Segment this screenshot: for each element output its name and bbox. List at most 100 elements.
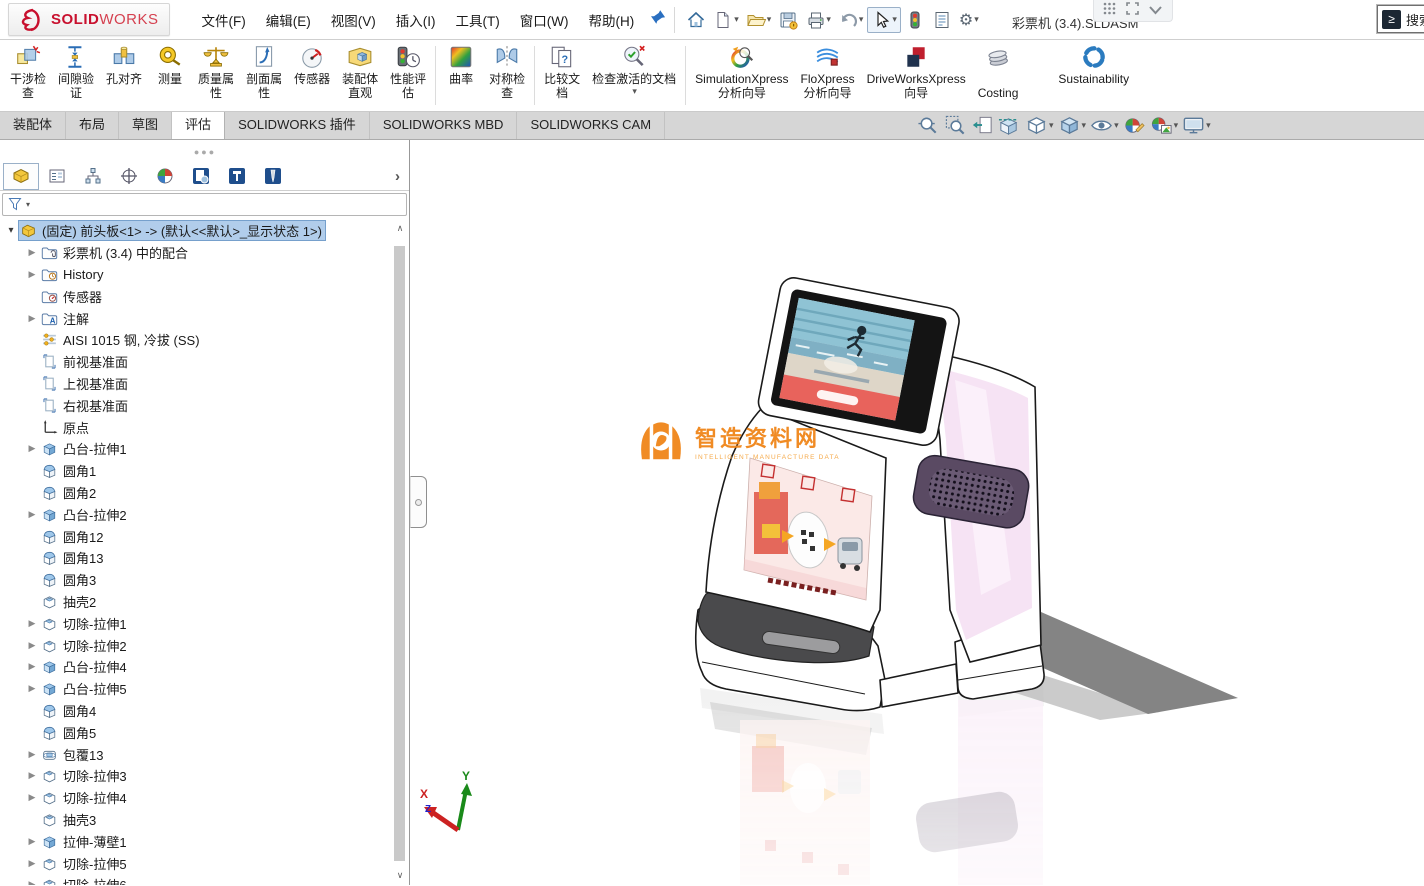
expand-caret-icon[interactable]: ▶ (24, 770, 40, 781)
tree-item[interactable]: 圆角5 (0, 721, 392, 743)
tree-item[interactable]: AISI 1015 钢, 冷拔 (SS) (0, 329, 392, 351)
tree-item[interactable]: ▶History (0, 264, 392, 286)
open-icon[interactable]: ▾ (743, 8, 775, 32)
ribbon-button-clearance-verification[interactable]: 间隙验 证 (52, 40, 100, 111)
tree-item[interactable]: ▶切除-拉伸3 (0, 765, 392, 787)
ribbon-button-assembly-visualization[interactable]: 装配体 直观 (336, 40, 384, 111)
cam-operation-tree-tab[interactable] (219, 163, 255, 190)
expand-caret-icon[interactable]: ▶ (24, 313, 40, 324)
menu-view[interactable]: 视图(V) (321, 4, 386, 36)
ribbon-button-mass-properties[interactable]: 质量属 性 (192, 40, 240, 111)
tree-item[interactable]: 抽壳2 (0, 591, 392, 613)
ribbon-button-costing[interactable]: Costing (972, 40, 1025, 111)
featuremanager-tree-tab[interactable] (3, 163, 39, 190)
tree-item[interactable]: 圆角3 (0, 569, 392, 591)
ribbon-button-check-active-document[interactable]: 检查激活的文档▾ (586, 40, 682, 111)
ribbon-button-curvature[interactable]: 曲率 (439, 40, 483, 111)
cam-tools-tab[interactable] (255, 163, 291, 190)
tree-item[interactable]: ▶凸台-拉伸4 (0, 656, 392, 678)
pin-menu-icon[interactable] (650, 9, 666, 30)
ribbon-button-measure[interactable]: 测量 (148, 40, 192, 111)
ribbon-button-sustainability[interactable]: Sustainability (1052, 40, 1135, 111)
expand-caret-icon[interactable]: ▶ (24, 749, 40, 760)
tree-item[interactable]: 圆角12 (0, 525, 392, 547)
ribbon-button-compare-documents[interactable]: 比较文 档 (538, 40, 586, 111)
tree-item[interactable]: 圆角1 (0, 460, 392, 482)
dropdown-caret-icon[interactable]: ▾ (632, 86, 637, 97)
expand-caret-icon[interactable]: ▶ (24, 509, 40, 520)
collapse-caret-icon[interactable]: ▾ (3, 225, 19, 236)
ribbon-button-interference-detection[interactable]: 干涉检 查 (4, 40, 52, 111)
menu-tools[interactable]: 工具(T) (446, 4, 510, 36)
fullscreen-icon[interactable] (1126, 2, 1139, 20)
cam-feature-tree-tab[interactable] (183, 163, 219, 190)
tree-item[interactable]: 原点 (0, 416, 392, 438)
expand-caret-icon[interactable]: ▶ (24, 792, 40, 803)
tab-solidworks-cam[interactable]: SOLIDWORKS CAM (517, 112, 665, 139)
save-icon[interactable] (775, 8, 801, 32)
tab-assembly[interactable]: 装配体 (0, 112, 66, 139)
tab-layout[interactable]: 布局 (66, 112, 119, 139)
tree-item[interactable]: ▶切除-拉伸5 (0, 852, 392, 874)
tree-item[interactable]: ▶包覆13 (0, 743, 392, 765)
expand-caret-icon[interactable]: ▶ (24, 879, 40, 885)
propertymanager-tab[interactable] (39, 163, 75, 190)
ribbon-button-performance-evaluation[interactable]: 性能评 估 (384, 40, 432, 111)
undo-icon[interactable]: ▾ (835, 8, 867, 32)
edit-appearance-icon[interactable] (1122, 113, 1147, 138)
tab-evaluate[interactable]: 评估 (172, 112, 225, 139)
home-icon[interactable] (683, 8, 709, 32)
expand-caret-icon[interactable]: ▶ (24, 247, 40, 258)
expand-caret-icon[interactable]: ▶ (24, 443, 40, 454)
zoom-to-area-icon[interactable] (943, 113, 968, 138)
tree-item[interactable]: ▶彩票机 (3.4) 中的配合 (0, 242, 392, 264)
scroll-down-icon[interactable]: ∨ (393, 867, 407, 883)
ribbon-button-floxpress[interactable]: FloXpress 分析向导 (795, 40, 861, 111)
viewport-3d[interactable]: Y X Z 智造资料网 INTELLIGENT MANUFACTURE DATA (410, 140, 1424, 885)
ribbon-button-sensor[interactable]: 传感器 (288, 40, 336, 111)
configurationmanager-tab[interactable] (75, 163, 111, 190)
tree-item[interactable]: ▶切除-拉伸1 (0, 612, 392, 634)
tree-item[interactable]: ▶切除-拉伸2 (0, 634, 392, 656)
menu-file[interactable]: 文件(F) (192, 4, 256, 36)
zoom-to-fit-icon[interactable] (916, 113, 941, 138)
search-commands-box[interactable]: ≥ 搜索命令 (1377, 5, 1424, 33)
print-icon[interactable]: ▾ (802, 8, 834, 32)
menu-window[interactable]: 窗口(W) (510, 4, 579, 36)
chevron-down-icon[interactable] (1148, 2, 1163, 20)
tree-item[interactable]: ▶拉伸-薄壁1 (0, 830, 392, 852)
expand-caret-icon[interactable]: ▶ (24, 858, 40, 869)
tab-sketch[interactable]: 草图 (119, 112, 172, 139)
ribbon-button-section-properties[interactable]: 剖面属 性 (240, 40, 288, 111)
section-view-icon[interactable] (997, 113, 1022, 138)
tree-item[interactable]: 前视基准面 (0, 351, 392, 373)
expand-caret-icon[interactable]: ▶ (24, 640, 40, 651)
ribbon-button-symmetry-check[interactable]: 对称检 查 (483, 40, 531, 111)
expand-caret-icon[interactable]: ▶ (24, 618, 40, 629)
tree-item[interactable]: 圆角13 (0, 547, 392, 569)
view-orientation-icon[interactable]: ▾ (1024, 113, 1055, 138)
dimxpertmanager-tab[interactable] (111, 163, 147, 190)
tree-item[interactable]: ▶切除-拉伸4 (0, 787, 392, 809)
tree-item[interactable]: 右视基准面 (0, 394, 392, 416)
tree-root-item[interactable]: ▾ (固定) 前头板<1> -> (默认<<默认>_显示状态 1>) (0, 220, 392, 242)
expand-caret-icon[interactable]: ▶ (24, 269, 40, 280)
scrollbar-thumb[interactable] (394, 246, 405, 861)
ribbon-button-driveworksxpress[interactable]: DriveWorksXpress 向导 (861, 40, 972, 111)
panel-flyout-arrow-icon[interactable]: › (395, 168, 400, 185)
expand-caret-icon[interactable]: ▶ (24, 836, 40, 847)
tree-scrollbar[interactable]: ∧ ∨ (393, 220, 407, 883)
tree-item[interactable]: ▶凸台-拉伸5 (0, 678, 392, 700)
hide-show-items-icon[interactable]: ▾ (1089, 113, 1120, 138)
expand-caret-icon[interactable]: ▶ (24, 661, 40, 672)
menu-insert[interactable]: 插入(I) (386, 4, 446, 36)
display-style-icon[interactable]: ▾ (1057, 113, 1088, 138)
tree-item[interactable]: ▶注解 (0, 307, 392, 329)
menu-edit[interactable]: 编辑(E) (256, 4, 321, 36)
panel-splitter-handle[interactable] (410, 476, 427, 528)
tree-item[interactable]: 抽壳3 (0, 809, 392, 831)
scroll-up-icon[interactable]: ∧ (393, 220, 407, 236)
tree-item[interactable]: ▶凸台-拉伸2 (0, 503, 392, 525)
displaymanager-tab[interactable] (147, 163, 183, 190)
panel-resize-grip[interactable]: ●●● (190, 147, 220, 157)
